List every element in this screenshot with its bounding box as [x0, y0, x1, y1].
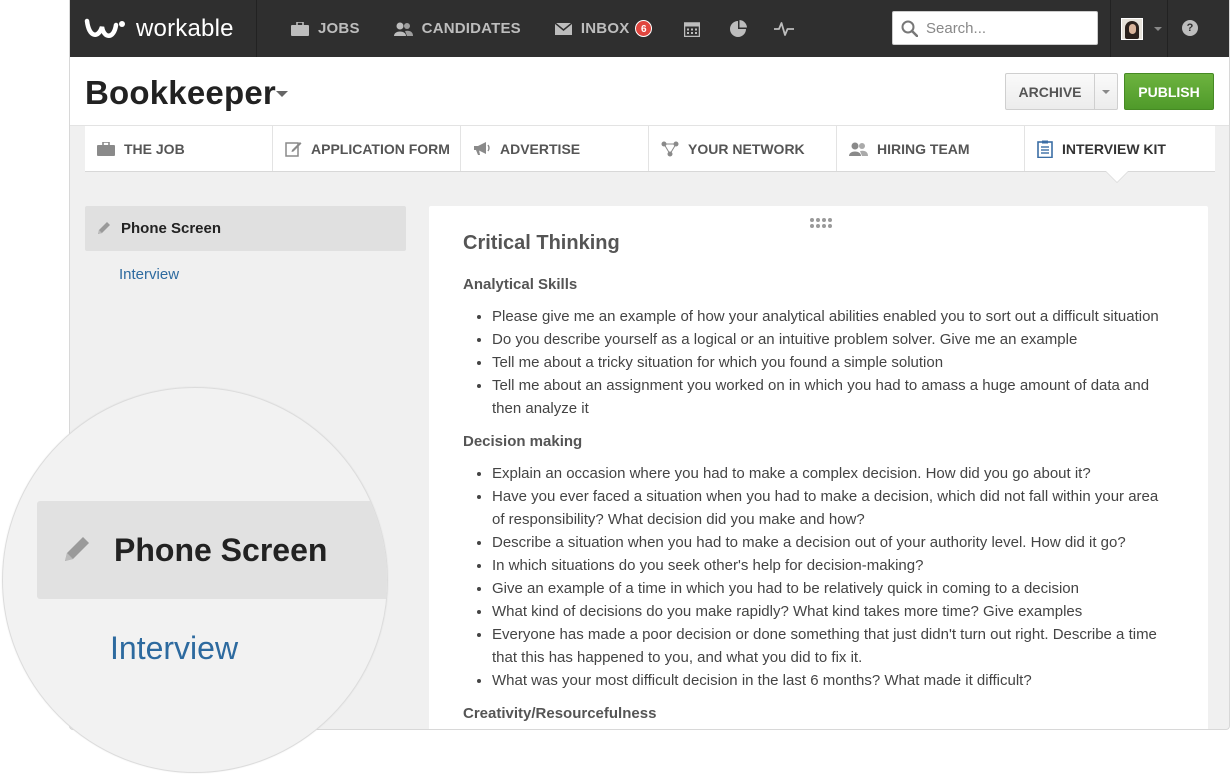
list-item: What kind of decisions do you make rapid… — [492, 600, 1173, 623]
nav-jobs[interactable]: JOBS — [258, 0, 377, 57]
subsection-heading: Analytical Skills — [463, 276, 578, 293]
tab-pointer — [1106, 171, 1128, 182]
list-item: Tell me about a tricky situation for whi… — [492, 351, 1173, 374]
sidebar-item-label: Phone Screen — [121, 220, 222, 237]
tab-label: APPLICATION FORM — [311, 140, 450, 157]
question-group: Explain an occasion where you had to mak… — [492, 462, 1173, 692]
tab-label: ADVERTISE — [500, 140, 581, 157]
nav-calendar[interactable] — [669, 0, 715, 57]
question-list: Analytical Skills Please give me an exam… — [463, 276, 1173, 729]
archive-dropdown-button[interactable] — [1094, 73, 1118, 110]
nav-candidates-label: CANDIDATES — [421, 20, 521, 37]
tab-hiring-team[interactable]: HIRING TEAM — [837, 126, 1025, 171]
tab-label: THE JOB — [124, 140, 185, 157]
brand-logo[interactable]: workable — [70, 0, 257, 57]
main-nav: JOBS CANDIDATES INBOX 6 — [258, 0, 807, 57]
list-item: Describe a situation when you had to mak… — [492, 531, 1173, 554]
briefcase-icon — [97, 141, 115, 156]
question-group: Please give me an example of how your an… — [492, 305, 1173, 420]
inbox-count-badge: 6 — [635, 20, 653, 37]
tab-application-form[interactable]: APPLICATION FORM — [273, 126, 461, 171]
sidebar-item-phone-screen[interactable]: Phone Screen — [85, 206, 406, 251]
list-item: Have you ever faced a situation when you… — [492, 485, 1173, 531]
job-tabs: THE JOB APPLICATION FORM ADVERTISE YOUR … — [85, 126, 1215, 172]
tab-label: YOUR NETWORK — [688, 140, 805, 157]
people-icon — [393, 22, 413, 36]
tab-your-network[interactable]: YOUR NETWORK — [649, 126, 837, 171]
archive-button[interactable]: ARCHIVE — [1005, 73, 1095, 110]
envelope-icon — [554, 22, 572, 35]
zoom-sidebar-item-interview: Interview — [110, 630, 239, 666]
chevron-down-icon — [1102, 89, 1110, 94]
search-icon — [901, 20, 918, 37]
nav-candidates[interactable]: CANDIDATES — [377, 0, 538, 57]
tab-advertise[interactable]: ADVERTISE — [461, 126, 649, 171]
nav-inbox[interactable]: INBOX 6 — [538, 0, 670, 57]
zoom-sidebar-item-phone-screen: Phone Screen — [37, 501, 387, 599]
network-icon — [661, 141, 679, 156]
list-item: Tell me about an assignment you worked o… — [492, 374, 1173, 420]
nav-inbox-label: INBOX — [580, 20, 630, 37]
list-item: Do you describe yourself as a logical or… — [492, 328, 1173, 351]
briefcase-icon — [291, 21, 309, 36]
section-title: Critical Thinking — [463, 232, 620, 254]
workable-logo-icon — [84, 18, 125, 38]
publish-button[interactable]: PUBLISH — [1124, 73, 1214, 110]
zoom-item-label: Phone Screen — [114, 531, 328, 568]
nav-reports[interactable] — [715, 0, 761, 57]
clipboard-icon — [1037, 140, 1053, 158]
list-item: In which situations do you seek other's … — [492, 554, 1173, 577]
team-icon — [849, 142, 868, 156]
tab-interview-kit[interactable]: INTERVIEW KIT — [1025, 126, 1213, 171]
calendar-icon — [684, 21, 701, 37]
activity-icon — [774, 21, 795, 36]
list-item: Please give me an example of how your an… — [492, 305, 1173, 328]
avatar — [1121, 17, 1143, 40]
brand-name: workable — [136, 14, 234, 42]
tab-label: INTERVIEW KIT — [1062, 140, 1166, 157]
list-item: Explain an occasion where you had to mak… — [492, 462, 1173, 485]
nav-activity[interactable] — [761, 0, 807, 57]
chevron-down-icon[interactable] — [276, 91, 288, 97]
pie-chart-icon — [730, 19, 748, 37]
sidebar-item-interview[interactable]: Interview — [119, 266, 179, 283]
tab-label: HIRING TEAM — [877, 140, 970, 157]
help-icon[interactable]: ? — [1182, 20, 1198, 36]
top-navbar: workable JOBS CANDIDATES INBOX 6 Search.… — [70, 0, 1229, 57]
tab-the-job[interactable]: THE JOB — [85, 126, 273, 171]
edit-icon — [285, 142, 302, 157]
page-title[interactable]: Bookkeeper — [85, 74, 276, 112]
list-item: Give an example of a time in which you h… — [492, 577, 1173, 600]
pencil-icon — [65, 537, 89, 561]
search-box[interactable] — [892, 11, 1098, 45]
list-item: What was your most difficult decision in… — [492, 669, 1173, 692]
user-menu[interactable] — [1110, 0, 1168, 57]
search-input[interactable] — [926, 19, 1086, 37]
subsection-heading: Creativity/Resourcefulness — [463, 705, 657, 722]
list-item: Everyone has made a poor decision or don… — [492, 623, 1173, 669]
job-header: Bookkeeper ARCHIVE PUBLISH — [70, 57, 1229, 126]
drag-handle-icon[interactable] — [810, 218, 834, 230]
interview-kit-panel: Critical Thinking Analytical Skills Plea… — [429, 206, 1208, 729]
subsection-heading: Decision making — [463, 433, 583, 450]
chevron-down-icon — [1154, 26, 1162, 31]
nav-jobs-label: JOBS — [318, 20, 360, 37]
zoom-callout: Phone Screen Interview — [2, 387, 388, 773]
pencil-icon — [98, 222, 110, 234]
megaphone-icon — [474, 142, 490, 155]
